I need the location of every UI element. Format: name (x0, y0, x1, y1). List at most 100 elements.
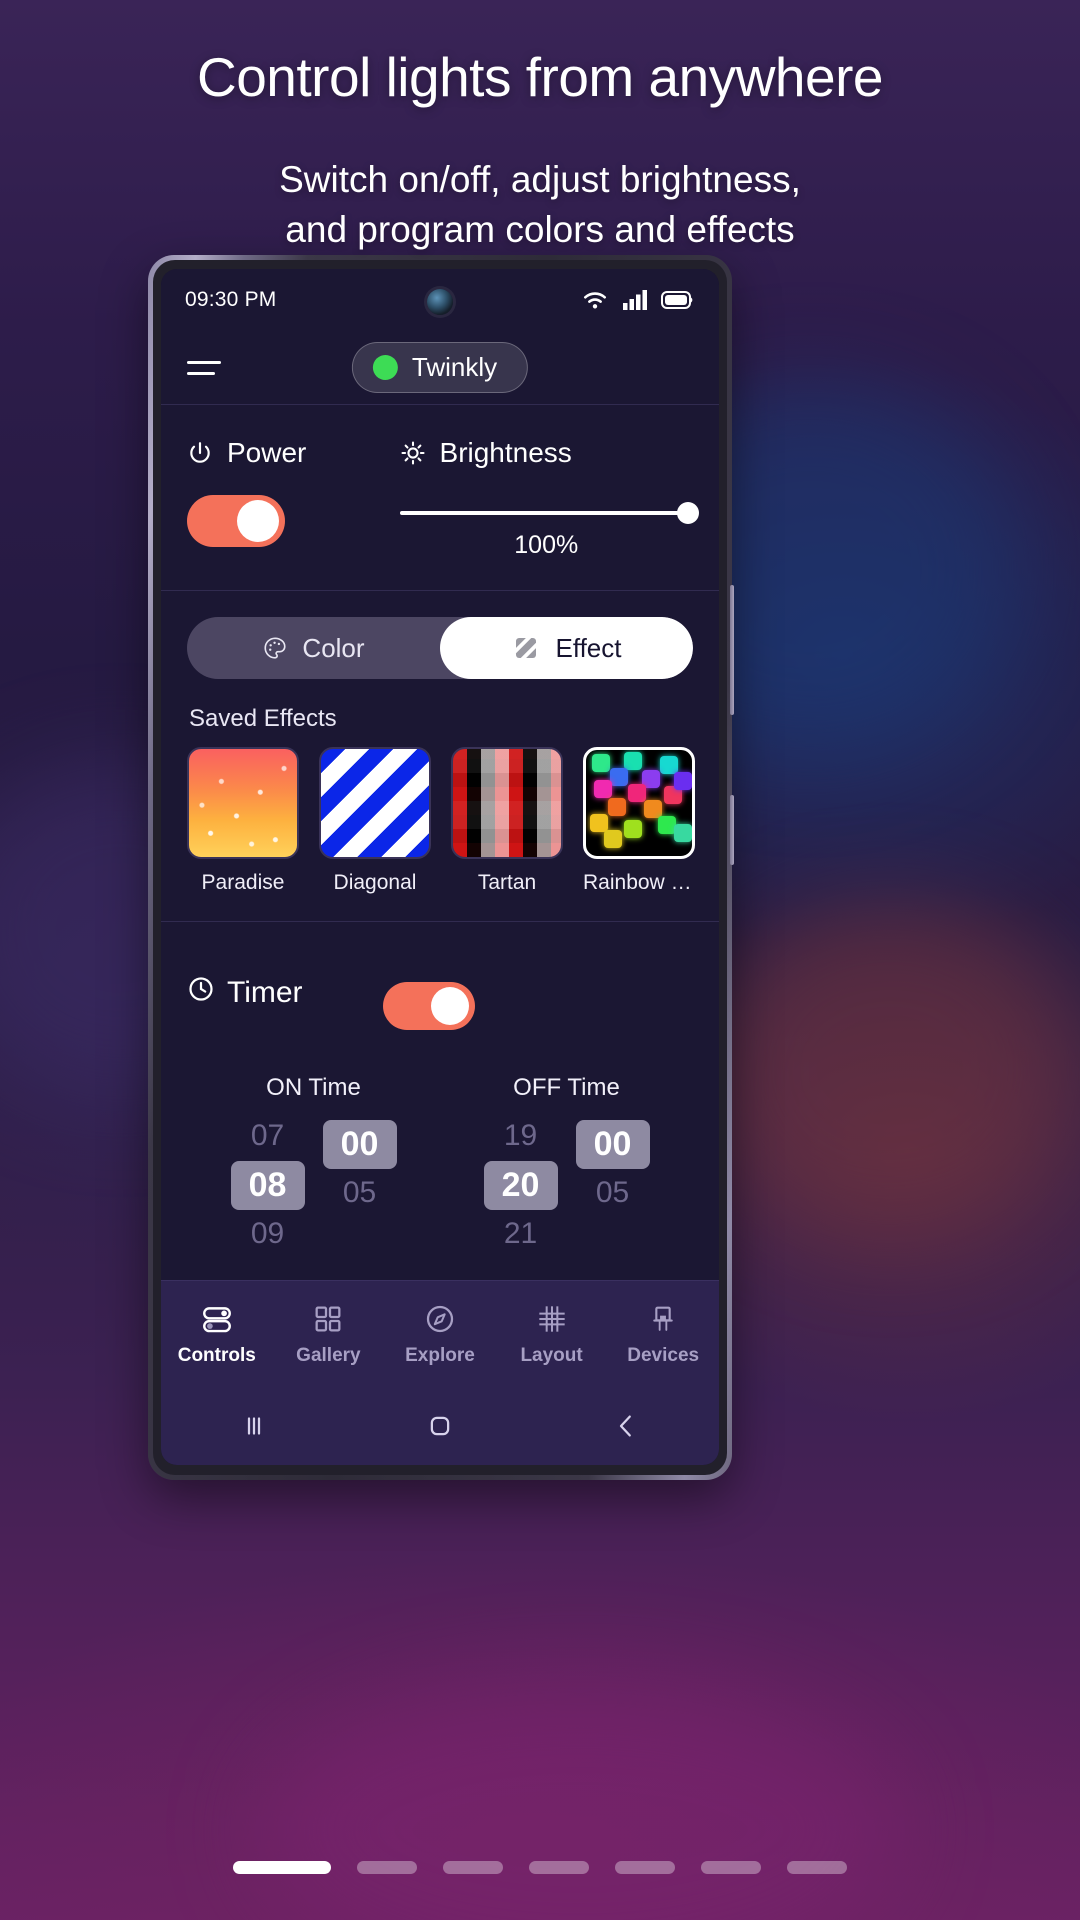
brightness-slider[interactable] (399, 502, 699, 524)
on-time-minute-picker[interactable]: 00 05 (322, 1116, 397, 1254)
grid-icon (273, 1299, 385, 1339)
effect-thumbnail-paradise[interactable] (187, 747, 299, 859)
nav-item-layout[interactable]: Layout (496, 1299, 608, 1367)
on-hour-next: 09 (250, 1216, 285, 1250)
rainbow-pixel (644, 800, 662, 818)
power-icon (187, 440, 213, 466)
effect-item-diagonal[interactable]: Diagonal (319, 747, 431, 895)
tab-effect[interactable]: Effect (440, 617, 693, 679)
off-time-hour-picker[interactable]: 19 20 21 (483, 1116, 558, 1254)
compass-icon (384, 1299, 496, 1339)
nav-label-gallery: Gallery (296, 1344, 361, 1366)
effect-thumbnail-tartan[interactable] (451, 747, 563, 859)
toggles-icon (161, 1299, 273, 1339)
power-toggle-knob (237, 500, 279, 542)
effect-item-rainbow[interactable]: Rainbow R... (583, 747, 695, 895)
carousel-dot[interactable] (443, 1861, 503, 1874)
promo-text-block: Control lights from anywhere Switch on/o… (0, 0, 1080, 255)
rainbow-pixel (674, 824, 692, 842)
recents-icon[interactable] (161, 1411, 347, 1441)
nav-item-controls[interactable]: Controls (161, 1299, 273, 1367)
timer-panel: Timer ON Time 07 08 09 00 05 OFF Time 19… (161, 922, 719, 1280)
battery-icon (661, 290, 695, 310)
tab-effect-label: Effect (555, 632, 622, 663)
carousel-dot[interactable] (357, 1861, 417, 1874)
app-bar: Twinkly (161, 331, 719, 405)
on-time-hour-picker[interactable]: 07 08 09 (230, 1116, 305, 1254)
effect-item-tartan[interactable]: Tartan (451, 747, 563, 895)
brightness-label: Brightness (439, 437, 572, 468)
phone-power-button (730, 795, 734, 865)
mode-tab-group: Color Effect (187, 617, 693, 679)
back-icon[interactable] (533, 1411, 719, 1441)
effect-label-paradise: Paradise (201, 871, 285, 894)
brightness-control: Brightness 100% (399, 437, 699, 560)
hamburger-menu-icon[interactable] (187, 360, 221, 375)
rainbow-pixel (608, 798, 626, 816)
rainbow-pixel (604, 830, 622, 848)
promo-subheadline-line-2: and program colors and effects (285, 208, 795, 250)
on-time-block: ON Time 07 08 09 00 05 (187, 1074, 440, 1254)
effect-thumbnail-rainbow[interactable] (583, 747, 695, 859)
rainbow-pixel (594, 780, 612, 798)
brightness-icon (400, 440, 426, 466)
off-minute-next: 05 (595, 1176, 630, 1209)
effect-thumbnail-diagonal[interactable] (319, 747, 431, 859)
rainbow-pixel (628, 784, 646, 802)
led-device-icon (607, 1299, 719, 1339)
carousel-dot[interactable] (233, 1861, 331, 1874)
on-minute-next: 05 (342, 1176, 377, 1209)
rainbow-pixel (624, 752, 642, 770)
on-hour-prev: 07 (250, 1119, 285, 1152)
off-time-block: OFF Time 19 20 21 00 05 (440, 1074, 693, 1254)
system-navigation-bar (161, 1384, 719, 1465)
timer-toggle[interactable] (382, 982, 475, 1030)
off-hour-prev: 19 (503, 1119, 538, 1152)
timer-label-row: Timer (187, 975, 303, 1011)
cellular-signal-icon (622, 289, 648, 311)
status-bar-clock: 09:30 PM (185, 288, 277, 311)
nav-item-devices[interactable]: Devices (607, 1299, 719, 1367)
device-selector-pill[interactable]: Twinkly (351, 342, 529, 393)
device-online-status-dot (372, 355, 398, 380)
saved-effects-title: Saved Effects (189, 705, 337, 732)
rainbow-pixel (610, 768, 628, 786)
rainbow-pixel (592, 754, 610, 772)
carousel-dot[interactable] (787, 1861, 847, 1874)
wifi-icon (581, 289, 609, 311)
carousel-dot[interactable] (615, 1861, 675, 1874)
clock-icon (187, 975, 215, 1011)
power-toggle[interactable] (187, 495, 285, 547)
effect-item-paradise[interactable]: Paradise (187, 747, 299, 895)
phone-mockup: 09:30 PM Twinkly Power Brightness 100% C… (148, 255, 734, 1480)
rainbow-pixel (660, 756, 678, 774)
effect-label-diagonal: Diagonal (333, 871, 417, 894)
nav-item-explore[interactable]: Explore (384, 1299, 496, 1367)
power-label: Power (227, 437, 307, 468)
off-time-minute-picker[interactable]: 00 05 (575, 1116, 650, 1254)
bottom-navigation: Controls Gallery Explore Layout Devices (161, 1280, 719, 1384)
on-minute-selected: 00 (322, 1120, 397, 1169)
promo-subheadline-line-1: Switch on/off, adjust brightness, (279, 158, 801, 200)
carousel-page-indicator[interactable] (0, 1861, 1080, 1874)
nav-label-explore: Explore (405, 1344, 475, 1366)
effect-label-tartan: Tartan (477, 871, 537, 894)
palette-icon (262, 635, 288, 661)
timer-header: Timer (187, 956, 693, 1030)
power-brightness-panel: Power Brightness 100% (161, 405, 719, 591)
nav-label-controls: Controls (177, 1344, 256, 1366)
carousel-dot[interactable] (701, 1861, 761, 1874)
nav-label-layout: Layout (520, 1344, 583, 1366)
tab-color[interactable]: Color (187, 617, 440, 679)
timer-toggle-knob (430, 987, 469, 1025)
timer-time-pickers: ON Time 07 08 09 00 05 OFF Time 19 20 21… (187, 1074, 693, 1254)
home-icon[interactable] (347, 1411, 533, 1441)
power-label-row: Power (187, 437, 400, 469)
brightness-slider-thumb[interactable] (676, 502, 699, 524)
off-hour-next: 21 (503, 1216, 538, 1250)
carousel-dot[interactable] (529, 1861, 589, 1874)
nav-item-gallery[interactable]: Gallery (273, 1299, 385, 1367)
phone-volume-button (730, 585, 734, 715)
rainbow-pixel (674, 772, 692, 790)
nav-label-devices: Devices (627, 1344, 700, 1366)
